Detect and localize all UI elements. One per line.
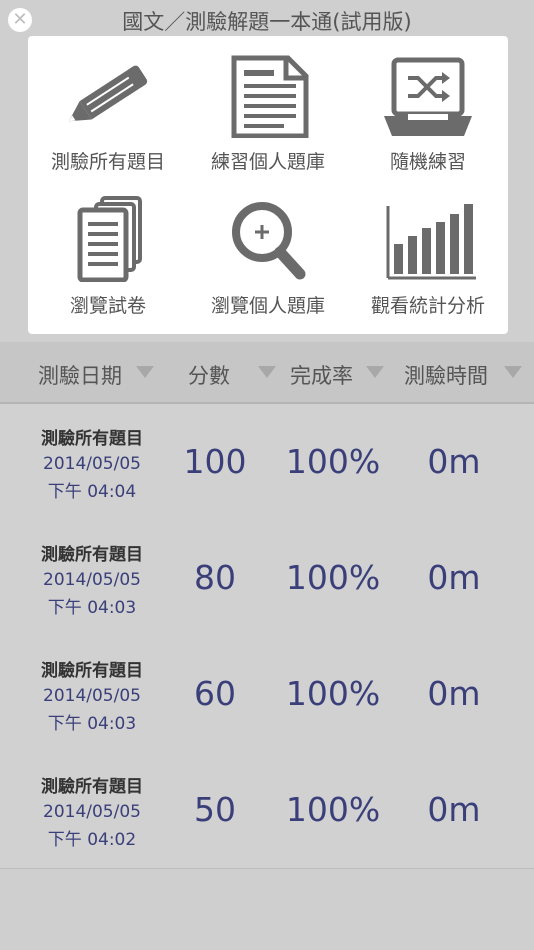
- menu-item-view-statistics[interactable]: 觀看統計分析: [348, 184, 508, 324]
- row-completion: 100%: [285, 558, 381, 597]
- magnifier-plus-icon: [232, 202, 306, 280]
- menu-panel: 測驗所有題目 練習個人題庫 隨機練習 瀏覽試卷 瀏覽個人題庫 觀看統計分析: [28, 36, 508, 334]
- row-date: 2014/05/05: [43, 802, 141, 822]
- row-score: 80: [194, 558, 236, 597]
- table-header: 測驗日期 分數 完成率 測驗時間: [0, 342, 534, 404]
- table-row[interactable]: 測驗所有題目 2014/05/05 下午 04:04 100 100% 0m: [0, 404, 534, 521]
- sort-arrow-icon[interactable]: [258, 366, 276, 378]
- row-title: 測驗所有題目: [41, 429, 143, 449]
- sort-arrow-icon[interactable]: [136, 366, 154, 378]
- sort-arrow-icon[interactable]: [366, 366, 384, 378]
- stacked-papers-icon: [77, 196, 142, 282]
- menu-item-browse-papers[interactable]: 瀏覽試卷: [28, 184, 188, 324]
- menu-item-random-practice[interactable]: 隨機練習: [348, 40, 508, 180]
- menu-item-label: 測驗所有題目: [50, 151, 165, 173]
- row-duration: 0m: [427, 674, 481, 713]
- menu-item-label: 觀看統計分析: [370, 295, 485, 317]
- app-title: 國文／測驗解題一本通(試用版): [122, 10, 412, 34]
- row-duration: 0m: [427, 790, 481, 829]
- menu-item-label: 瀏覽個人題庫: [210, 295, 325, 317]
- top-bar: ✕ 國文／測驗解題一本通(試用版): [0, 0, 534, 36]
- row-date: 2014/05/05: [43, 454, 141, 474]
- header-score[interactable]: 分數: [188, 360, 230, 390]
- row-completion: 100%: [285, 442, 381, 481]
- row-date: 2014/05/05: [43, 570, 141, 590]
- table-row[interactable]: 測驗所有題目 2014/05/05 下午 04:02 50 100% 0m: [0, 752, 534, 869]
- shuffle-tray-icon: [384, 57, 472, 136]
- pencil-icon: [68, 65, 148, 122]
- document-icon: [231, 55, 309, 138]
- close-icon[interactable]: ✕: [8, 8, 32, 32]
- row-duration: 0m: [427, 558, 481, 597]
- row-time: 下午 04:04: [47, 482, 137, 502]
- row-title: 測驗所有題目: [41, 661, 143, 681]
- menu-item-label: 隨機練習: [389, 151, 466, 173]
- bar-chart-icon: [386, 204, 476, 280]
- row-duration: 0m: [427, 442, 481, 481]
- table-row[interactable]: 測驗所有題目 2014/05/05 下午 04:03 80 100% 0m: [0, 520, 534, 637]
- row-completion: 100%: [285, 790, 381, 829]
- menu-item-practice-personal[interactable]: 練習個人題庫: [188, 40, 348, 180]
- table-row[interactable]: 測驗所有題目 2014/05/05 下午 04:03 60 100% 0m: [0, 636, 534, 753]
- row-score: 100: [183, 442, 247, 481]
- row-time: 下午 04:03: [47, 714, 137, 734]
- row-title: 測驗所有題目: [41, 777, 143, 797]
- menu-item-label: 瀏覽試卷: [69, 295, 146, 317]
- header-duration[interactable]: 測驗時間: [404, 360, 488, 390]
- row-completion: 100%: [285, 674, 381, 713]
- header-completion[interactable]: 完成率: [290, 360, 353, 390]
- header-test-date[interactable]: 測驗日期: [38, 360, 122, 390]
- row-score: 50: [194, 790, 236, 829]
- row-title: 測驗所有題目: [41, 545, 143, 565]
- row-time: 下午 04:02: [47, 830, 137, 850]
- menu-item-test-all[interactable]: 測驗所有題目: [28, 40, 188, 180]
- menu-item-label: 練習個人題庫: [210, 151, 325, 173]
- row-score: 60: [194, 674, 236, 713]
- sort-arrow-icon[interactable]: [504, 366, 522, 378]
- row-time: 下午 04:03: [47, 598, 137, 618]
- row-date: 2014/05/05: [43, 686, 141, 706]
- menu-item-browse-personal[interactable]: 瀏覽個人題庫: [188, 184, 348, 324]
